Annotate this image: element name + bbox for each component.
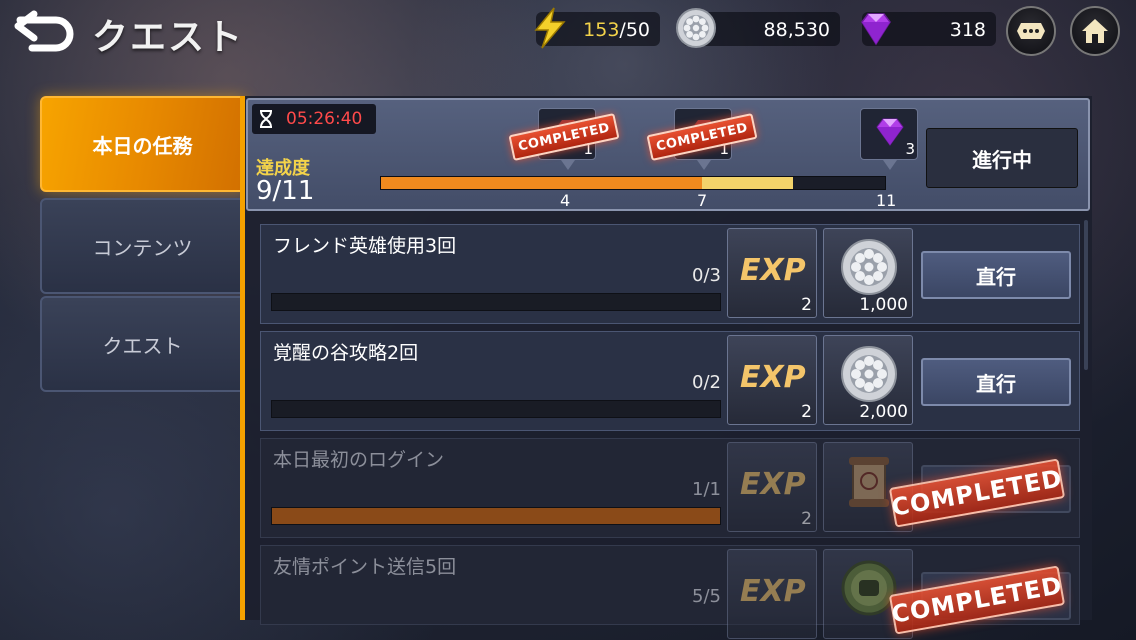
exp-icon: EXP — [740, 253, 806, 288]
in-progress-button[interactable]: 進行中 — [926, 128, 1078, 188]
quest-name: 覚醒の谷攻略2回 — [273, 342, 419, 364]
stamina-counter: 153/50 — [534, 7, 660, 49]
quest-progress-bar — [271, 293, 721, 311]
gem-counter: 318 — [861, 12, 996, 46]
quest-name: 本日最初のログイン — [273, 449, 445, 471]
gem-icon — [876, 118, 904, 146]
quest-progress-fill — [272, 508, 720, 524]
silver-amount: 1,000 — [859, 295, 908, 315]
reset-timer: 05:26:40 — [252, 104, 376, 134]
gem-value: 318 — [949, 19, 986, 41]
milestone-label: 7 — [697, 191, 708, 210]
timer-text: 05:26:40 — [286, 109, 363, 129]
milestone-label: 4 — [560, 191, 571, 210]
exp-reward: EXP 2 — [727, 335, 817, 425]
silver-reward: 1,000 — [823, 228, 913, 318]
quest-progress-text: 0/2 — [692, 372, 721, 393]
quest-row-completed: 友情ポイント送信5回 5/5 EXP COMPLETED — [260, 545, 1080, 639]
speech-bubble-icon — [1017, 23, 1045, 39]
milestone-count: 3 — [905, 140, 915, 158]
scrollbar[interactable] — [1084, 220, 1088, 370]
exp-reward: EXP — [727, 549, 817, 639]
lightning-icon — [534, 7, 566, 49]
exp-amount: 2 — [801, 402, 812, 422]
quest-progress-text: 1/1 — [692, 479, 721, 500]
tab-label: 本日の任務 — [92, 133, 193, 158]
silver-coin-icon — [841, 346, 897, 402]
quest-progress-bar — [271, 507, 721, 525]
achievement-progress-bar — [380, 176, 886, 190]
chat-button[interactable] — [1006, 6, 1056, 56]
back-arrow-icon — [14, 10, 74, 52]
silver-value: 88,530 — [763, 19, 830, 41]
home-button[interactable] — [1070, 6, 1120, 56]
quest-progress-text: 0/3 — [692, 265, 721, 286]
gem-icon — [861, 13, 891, 46]
tab-label: クエスト — [102, 333, 183, 358]
tab-label: コンテンツ — [92, 235, 193, 260]
silver-counter: 88,530 — [676, 8, 840, 48]
back-button[interactable] — [12, 6, 78, 54]
silver-reward: 2,000 — [823, 335, 913, 425]
achievement-fill-completed — [381, 177, 702, 189]
exp-reward: EXP 2 — [727, 228, 817, 318]
quest-row-completed: 本日最初のログイン 1/1 EXP 2 COMPLETED — [260, 438, 1080, 538]
tab-contents[interactable]: コンテンツ — [40, 198, 245, 294]
exp-amount: 2 — [801, 295, 812, 315]
quest-row: 覚醒の谷攻略2回 0/2 EXP 2 2,000 直行 — [260, 331, 1080, 431]
quest-progress-bar — [271, 400, 721, 418]
exp-amount: 2 — [801, 509, 812, 529]
exp-icon: EXP — [740, 467, 806, 502]
silver-amount: 2,000 — [859, 402, 908, 422]
stamina-current: 153 — [583, 19, 620, 41]
page-title: クエスト — [92, 17, 245, 58]
top-bar: クエスト 153/50 88,530 318 — [0, 0, 1136, 62]
quest-name: 友情ポイント送信5回 — [273, 556, 457, 578]
silver-coin-icon — [841, 239, 897, 295]
go-button[interactable]: 直行 — [921, 251, 1071, 299]
exp-reward: EXP 2 — [727, 442, 817, 532]
tab-quest[interactable]: クエスト — [40, 296, 245, 392]
exp-icon: EXP — [740, 360, 806, 395]
exp-icon: EXP — [740, 574, 806, 609]
hourglass-icon — [260, 110, 272, 128]
stamina-max: /50 — [619, 19, 650, 41]
silver-coin-icon — [676, 8, 716, 48]
milestone-reward-11[interactable]: 3 — [860, 108, 918, 170]
achievement-summary: 05:26:40 達成度 9/11 1 COMPLETED 4 1 COMPLE… — [246, 98, 1090, 211]
achievement-value: 9/11 — [256, 176, 315, 206]
achievement-fill-current — [701, 177, 794, 189]
milestone-label: 11 — [876, 191, 897, 210]
quest-progress-text: 5/5 — [692, 586, 721, 607]
quest-name: フレンド英雄使用3回 — [273, 235, 457, 257]
quest-row: フレンド英雄使用3回 0/3 EXP 2 1,000 直行 — [260, 224, 1080, 324]
go-button[interactable]: 直行 — [921, 358, 1071, 406]
home-icon — [1082, 19, 1108, 43]
tab-daily-missions[interactable]: 本日の任務 — [40, 96, 245, 192]
